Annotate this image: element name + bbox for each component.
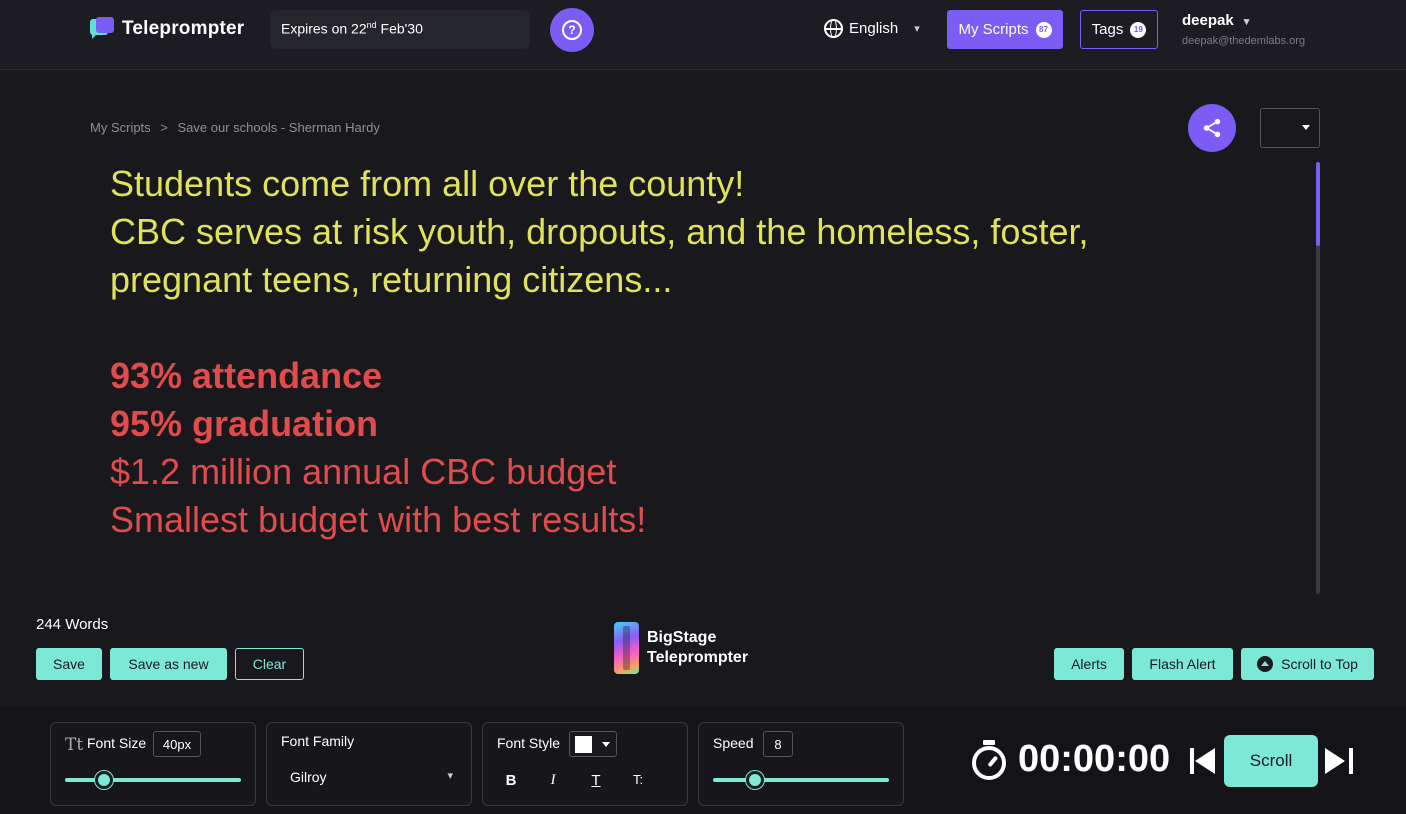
tags-button[interactable]: Tags 19 — [1080, 10, 1158, 49]
font-color-picker[interactable] — [569, 731, 617, 757]
font-family-panel: Font Family Gilroy ▾ — [266, 722, 472, 806]
my-scripts-count-badge: 87 — [1035, 21, 1052, 38]
breadcrumb-current: Save our schools - Sherman Hardy — [177, 120, 380, 135]
scroll-to-top-button[interactable]: Scroll to Top — [1241, 648, 1374, 680]
top-header: Teleprompter Expires on 22nd Feb'30 ? En… — [0, 0, 1406, 70]
chevron-down-icon: ▾ — [447, 770, 453, 782]
user-email: deepak@thedemlabs.org — [1182, 35, 1306, 47]
chat-bubble-logo-icon — [90, 17, 114, 41]
font-family-select[interactable]: Gilroy ▾ — [281, 763, 461, 791]
brand-line-2: Teleprompter — [647, 649, 749, 666]
speed-value[interactable]: 8 — [763, 731, 793, 757]
scroll-to-top-label: Scroll to Top — [1281, 656, 1358, 672]
tags-count-badge: 19 — [1130, 21, 1147, 38]
my-scripts-button[interactable]: My Scripts 87 — [947, 10, 1063, 49]
caret-down-icon — [1302, 125, 1310, 130]
flash-alert-button[interactable]: Flash Alert — [1132, 648, 1233, 680]
chevron-down-icon: ▾ — [1243, 16, 1250, 28]
globe-icon — [824, 19, 843, 38]
font-size-label: Font Size — [87, 735, 147, 751]
user-name: deepak — [1182, 12, 1234, 29]
tags-label: Tags — [1091, 21, 1124, 38]
arrow-up-icon — [1257, 656, 1274, 672]
breadcrumb-root-link[interactable]: My Scripts — [90, 120, 151, 135]
alerts-button[interactable]: Alerts — [1054, 648, 1124, 680]
font-size-panel: Tt Font Size 40px — [50, 722, 256, 806]
user-menu[interactable]: deepak ▾ deepak@thedemlabs.org — [1182, 12, 1305, 47]
color-swatch — [575, 736, 592, 753]
font-size-value[interactable]: 40px — [153, 731, 201, 757]
speed-slider[interactable] — [713, 778, 889, 782]
word-count: 244 Words — [36, 616, 109, 633]
bigstage-brand: BigStage Teleprompter — [614, 622, 748, 674]
chevron-down-icon: ▾ — [914, 23, 920, 35]
help-icon: ? — [562, 20, 582, 40]
save-as-new-button[interactable]: Save as new — [110, 648, 227, 680]
script-viewer[interactable]: Students come from all over the county! … — [110, 160, 1300, 596]
scroll-button[interactable]: Scroll — [1224, 735, 1318, 787]
font-size-slider-knob[interactable] — [94, 771, 113, 789]
brand-line-1: BigStage — [647, 629, 717, 646]
text-size-icon: Tt — [65, 735, 84, 755]
help-button[interactable]: ? — [550, 8, 594, 52]
speed-slider-knob[interactable] — [746, 771, 765, 789]
bigstage-logo-icon — [614, 622, 639, 674]
save-button[interactable]: Save — [36, 648, 102, 680]
app-logo[interactable]: Teleprompter — [90, 17, 244, 41]
my-scripts-label: My Scripts — [958, 21, 1029, 38]
font-family-value: Gilroy — [290, 769, 327, 785]
script-line: 93% attendance — [110, 355, 383, 396]
skip-next-icon[interactable] — [1325, 748, 1353, 774]
bold-button[interactable]: B — [501, 772, 521, 789]
caret-down-icon — [602, 742, 610, 747]
speed-label: Speed — [713, 735, 754, 751]
expiry-sup: nd — [366, 20, 377, 30]
display-options-dropdown[interactable] — [1260, 108, 1320, 148]
underline-button[interactable]: T — [586, 772, 606, 789]
clear-button[interactable]: Clear — [235, 648, 304, 680]
breadcrumb-separator: > — [160, 120, 168, 135]
font-family-label: Font Family — [281, 733, 355, 749]
script-line: 95% graduation — [110, 403, 379, 444]
script-line: Students come from all over the county! — [110, 163, 745, 204]
script-line: $1.2 million annual CBC budget — [110, 451, 617, 492]
share-icon — [1203, 118, 1221, 138]
caps-button[interactable]: T: — [628, 772, 648, 787]
script-line: pregnant teens, returning citizens... — [110, 259, 673, 300]
expiry-notice: Expires on 22nd Feb'30 — [270, 10, 530, 49]
expiry-text: Expires on 22 — [281, 20, 367, 37]
timer-display: 00:00:00 — [1018, 738, 1171, 780]
language-selector[interactable]: English ▾ — [824, 19, 920, 38]
skip-previous-icon[interactable] — [1190, 748, 1218, 774]
expiry-date: Feb'30 — [376, 20, 423, 37]
script-blank-line — [110, 304, 1300, 352]
app-name: Teleprompter — [122, 18, 245, 39]
font-style-panel: Font Style — [482, 722, 688, 806]
script-line: CBC serves at risk youth, dropouts, and … — [110, 211, 1089, 252]
share-button[interactable] — [1188, 104, 1236, 152]
font-size-slider[interactable] — [65, 778, 241, 782]
italic-button[interactable]: I — [543, 772, 563, 789]
speed-panel: Speed 8 — [698, 722, 904, 806]
breadcrumb: My Scripts > Save our schools - Sherman … — [90, 120, 386, 135]
font-style-label: Font Style — [497, 735, 561, 751]
timer-icon — [970, 740, 1010, 782]
script-scrollbar-thumb[interactable] — [1316, 162, 1320, 246]
language-label: English — [849, 20, 899, 37]
script-line: Smallest budget with best results! — [110, 499, 647, 540]
